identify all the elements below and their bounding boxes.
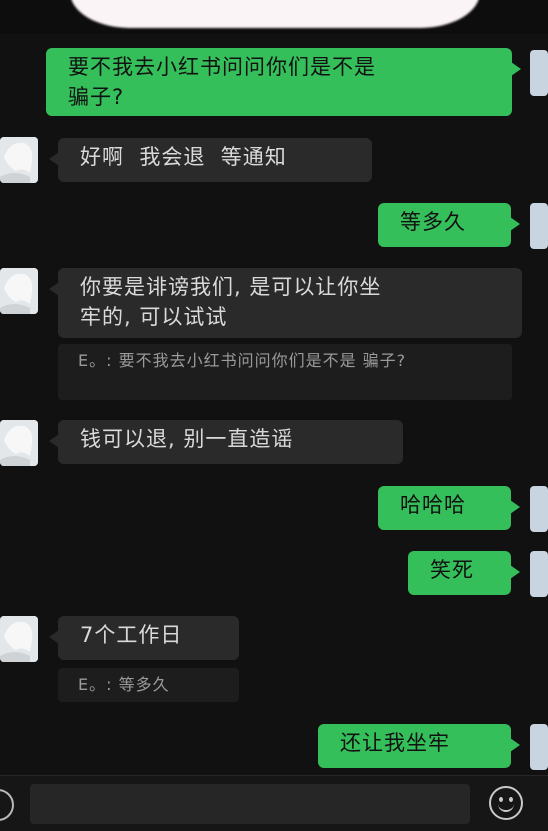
chat-input-bar bbox=[0, 775, 548, 831]
self-avatar[interactable] bbox=[530, 50, 548, 96]
contact-name-blurred bbox=[0, 0, 548, 34]
message-bubble-outgoing[interactable]: 哈哈哈 bbox=[378, 486, 520, 530]
contact-avatar[interactable] bbox=[0, 616, 38, 662]
self-avatar[interactable] bbox=[530, 551, 548, 597]
message-bubble-incoming[interactable]: 钱可以退, 别一直造谣 bbox=[49, 420, 403, 464]
self-avatar[interactable] bbox=[530, 203, 548, 249]
self-avatar[interactable] bbox=[530, 724, 548, 770]
message-bubble-outgoing[interactable]: 还让我坐牢 bbox=[318, 724, 520, 768]
quoted-message[interactable]: E。: 等多久 bbox=[58, 668, 239, 702]
message-bubble-incoming[interactable]: 7个工作日 bbox=[49, 616, 239, 660]
message-bubble-outgoing[interactable]: 要不我去小红书问问你们是不是 骗子? bbox=[46, 48, 521, 116]
message-bubble-incoming[interactable]: 好啊 我会退 等通知 bbox=[49, 138, 372, 182]
contact-avatar[interactable] bbox=[0, 137, 38, 183]
contact-avatar[interactable] bbox=[0, 268, 38, 314]
message-bubble-outgoing[interactable]: 笑死 bbox=[408, 551, 520, 595]
message-bubble-outgoing[interactable]: 等多久 bbox=[378, 203, 520, 247]
contact-avatar[interactable] bbox=[0, 420, 38, 466]
quoted-message[interactable]: E。: 要不我去小红书问问你们是不是 骗子? bbox=[58, 344, 512, 400]
emoji-icon[interactable] bbox=[489, 786, 523, 820]
message-input[interactable] bbox=[30, 784, 470, 824]
self-avatar[interactable] bbox=[530, 486, 548, 532]
voice-icon[interactable] bbox=[0, 789, 14, 821]
message-bubble-incoming[interactable]: 你要是诽谤我们, 是可以让你坐 牢的, 可以试试 bbox=[49, 268, 522, 338]
